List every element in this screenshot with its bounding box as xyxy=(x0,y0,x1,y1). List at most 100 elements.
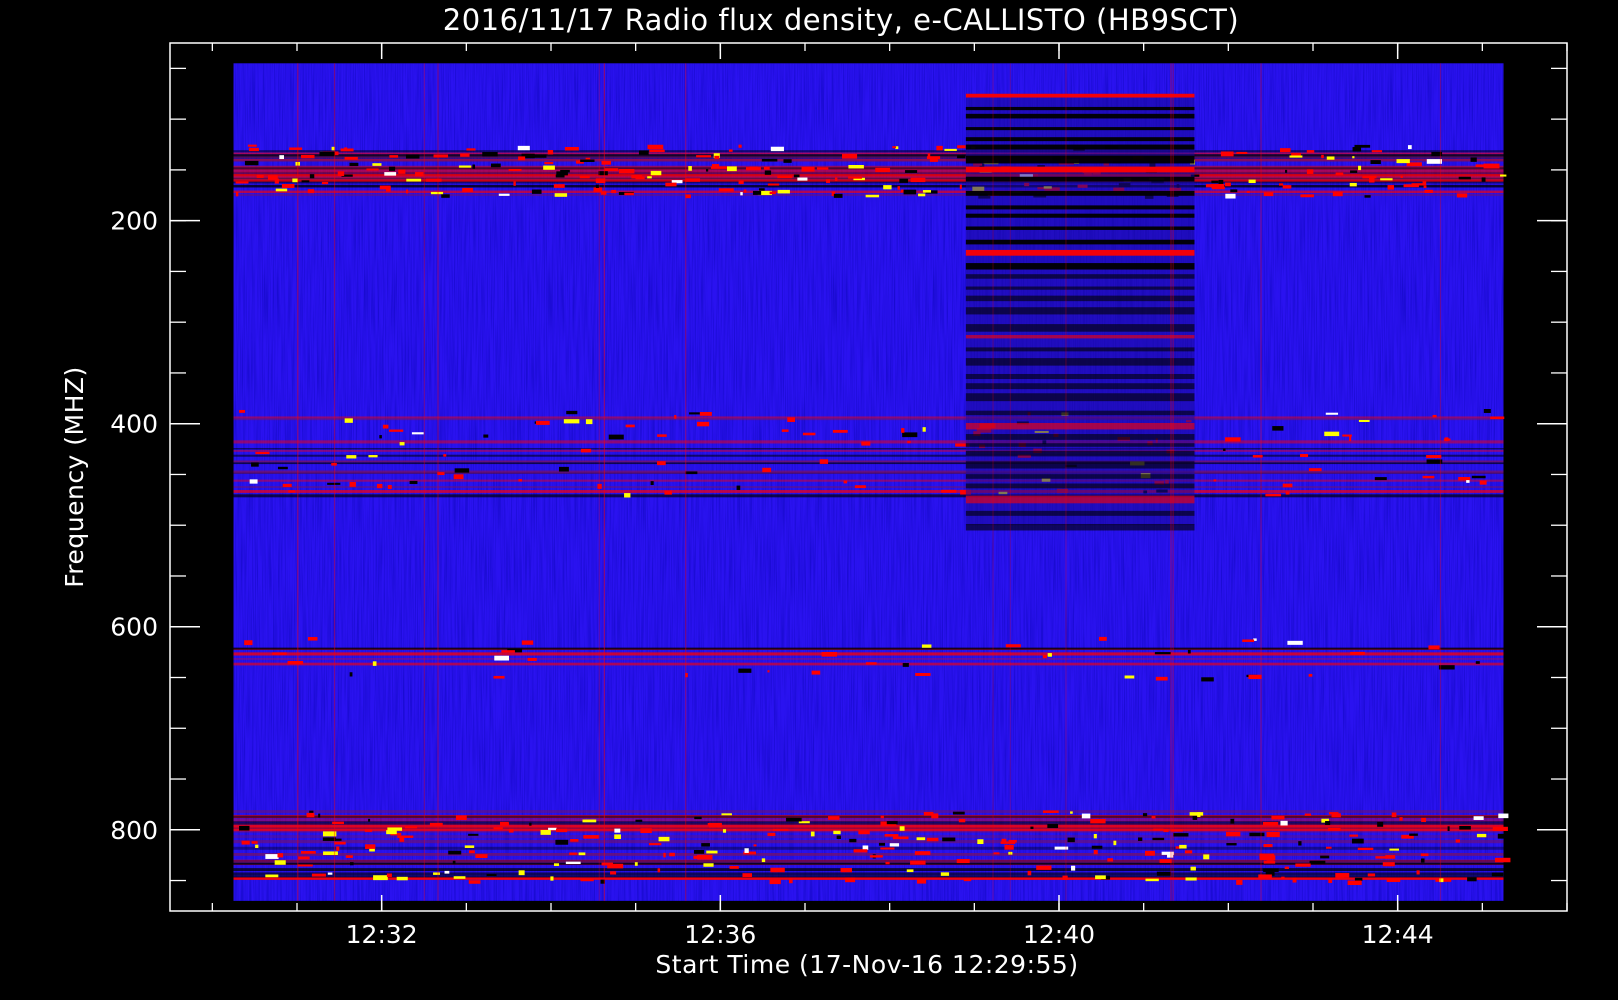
event-stripe xyxy=(965,307,1195,315)
spectrogram-chart: 2016/11/17 Radio flux density, e-CALLIST… xyxy=(60,3,1568,979)
streak xyxy=(1065,63,1067,901)
x-tick-label: 12:40 xyxy=(1023,920,1095,949)
band-speckle xyxy=(1071,865,1076,871)
band-speckle xyxy=(845,877,856,883)
band-speckle xyxy=(555,839,569,845)
band-speckle xyxy=(448,850,462,855)
event-stripe xyxy=(965,127,1195,131)
band-speckle xyxy=(241,840,250,845)
band-speckle xyxy=(889,843,900,847)
band-speckle xyxy=(468,833,479,836)
band-speckle xyxy=(1324,431,1340,437)
band-speckle xyxy=(555,174,565,178)
band-speckle xyxy=(952,811,965,815)
band-speckle xyxy=(777,175,793,179)
band-speckle xyxy=(674,415,677,419)
band-speckle xyxy=(777,189,790,194)
band-speckle xyxy=(373,875,388,881)
band-speckle xyxy=(267,175,278,180)
band-speckle xyxy=(944,148,957,151)
band-speckle xyxy=(767,670,770,673)
band-speckle xyxy=(1047,653,1052,657)
band-speckle xyxy=(433,872,440,875)
band-speckle xyxy=(769,191,776,195)
band-speckle xyxy=(1070,811,1073,814)
band-speckle xyxy=(650,170,662,176)
band-speckle xyxy=(1201,677,1214,682)
band-speckle xyxy=(1467,877,1477,882)
band-speckle xyxy=(1347,880,1362,886)
band-speckle xyxy=(1428,645,1440,650)
band-speckle xyxy=(1292,877,1297,883)
band-speckle xyxy=(903,189,917,195)
band-speckle xyxy=(389,155,399,158)
band-speckle xyxy=(1211,180,1219,184)
band-speckle xyxy=(769,879,781,885)
band-speckle xyxy=(1396,159,1410,164)
band-speckle xyxy=(452,860,456,865)
band-speckle xyxy=(493,827,503,830)
band-speckle xyxy=(1047,824,1059,829)
band-speckle xyxy=(1190,866,1196,871)
band-speckle xyxy=(1285,491,1290,495)
band-speckle xyxy=(490,163,501,168)
band-speckle xyxy=(344,147,348,150)
band-speckle xyxy=(595,184,599,188)
band-speckle xyxy=(1236,880,1243,885)
band-speckle xyxy=(729,865,739,869)
event-stripe xyxy=(965,176,1195,182)
event-stripe xyxy=(965,495,1195,504)
band-speckle xyxy=(500,821,509,826)
x-axis-label: Start Time (17-Nov-16 12:29:55) xyxy=(655,950,1078,979)
band-speckle xyxy=(638,150,649,155)
band-speckle xyxy=(927,153,931,158)
band-speckle xyxy=(843,480,848,484)
band-speckle xyxy=(821,652,838,657)
band-speckle xyxy=(454,468,470,473)
band-speckle xyxy=(349,162,359,167)
band-speckle xyxy=(1326,156,1335,160)
band-speckle xyxy=(648,843,662,846)
band-speckle xyxy=(897,186,900,190)
band-speckle xyxy=(389,166,396,171)
band-speckle xyxy=(1093,850,1098,855)
band-speckle xyxy=(618,168,635,174)
band-speckle xyxy=(1226,843,1237,846)
band-speckle xyxy=(235,181,249,184)
band-speckle xyxy=(957,155,966,159)
band-speckle xyxy=(1358,165,1362,171)
band-speckle xyxy=(607,863,624,869)
band-speckle xyxy=(743,189,747,193)
band-speckle xyxy=(865,662,877,665)
band-speckle xyxy=(277,466,288,470)
band-speckle xyxy=(826,179,831,183)
band-speckle xyxy=(1300,194,1314,198)
band-speckle xyxy=(281,183,295,188)
band-speckle xyxy=(1225,182,1231,187)
band-speckle xyxy=(430,191,444,195)
band-speckle xyxy=(1332,191,1343,197)
band-speckle xyxy=(880,847,895,850)
band-speckle xyxy=(1187,649,1191,654)
band-speckle xyxy=(1036,865,1052,870)
band-speckle xyxy=(255,451,270,455)
band-speckle xyxy=(936,145,943,151)
band-speckle xyxy=(508,168,522,172)
band-speckle xyxy=(1306,169,1314,174)
band-speckle xyxy=(453,876,466,879)
band-speckle xyxy=(585,419,593,425)
band-speckle xyxy=(699,411,712,416)
band-speckle xyxy=(1375,856,1388,859)
band-speckle xyxy=(406,189,409,194)
band-speckle xyxy=(1005,644,1021,648)
band-speckle xyxy=(1349,436,1352,442)
band-speckle xyxy=(1473,816,1484,820)
band-speckle xyxy=(1265,493,1282,497)
band-speckle xyxy=(1459,826,1471,830)
band-speckle xyxy=(624,493,631,498)
band-speckle xyxy=(429,822,443,827)
streak xyxy=(1439,63,1442,901)
band-speckle xyxy=(1090,819,1106,824)
band-speckle xyxy=(1320,855,1330,859)
y-tick-label: 800 xyxy=(110,816,158,845)
